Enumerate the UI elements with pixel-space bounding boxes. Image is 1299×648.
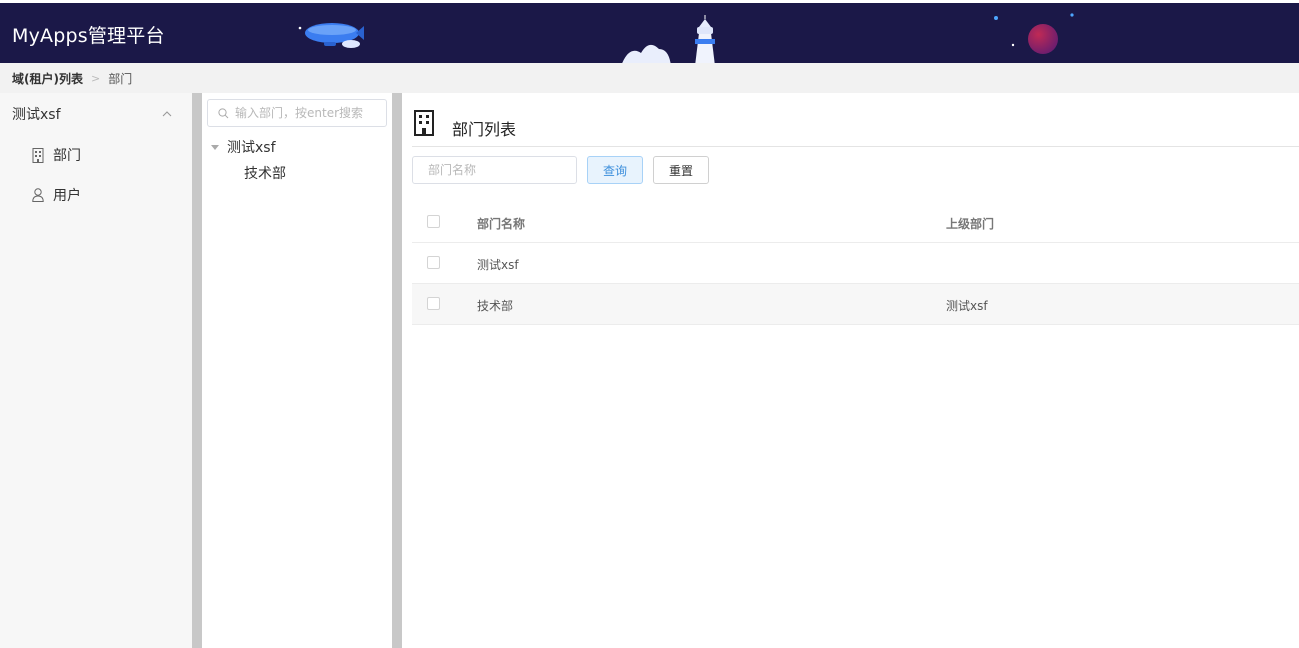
query-button[interactable]: 查询 (587, 156, 644, 184)
table-row[interactable]: 技术部 测试xsf (412, 284, 1299, 325)
breadcrumb-current: 部门 (108, 71, 133, 86)
breadcrumb: 域(租户)列表 > 部门 (0, 63, 1299, 93)
lighthouse-illustration (622, 15, 715, 63)
building-icon (32, 147, 44, 163)
page-header: 部门列表 (412, 109, 1299, 147)
app-root: MyApps管理平台 域(租户)列表 > 部门 测试xsf 部门 用户 输入部门… (0, 0, 1299, 648)
main-content: 部门列表 查询 重置 部门名称 上级部门 测试xsf 技术部 测试xsf (402, 93, 1299, 648)
sidebar-group-label: 测试xsf (12, 107, 61, 123)
tree-node-root[interactable]: 测试xsf (211, 137, 276, 157)
top-header: MyApps管理平台 (0, 0, 1299, 63)
row-checkbox[interactable] (427, 297, 440, 310)
search-icon (218, 107, 229, 118)
reset-button[interactable]: 重置 (653, 156, 710, 184)
table-header-row: 部门名称 上级部门 (412, 202, 1299, 243)
tree-node-label: 技术部 (244, 166, 286, 182)
cell-parent: 测试xsf (946, 299, 988, 313)
breadcrumb-root-link[interactable]: 域(租户)列表 (12, 70, 83, 87)
column-header-name[interactable]: 部门名称 (477, 215, 525, 232)
user-icon (32, 188, 44, 202)
breadcrumb-separator: > (90, 71, 101, 85)
cell-name: 技术部 (477, 299, 514, 313)
chevron-up-icon (162, 111, 172, 117)
select-all-checkbox[interactable] (427, 215, 440, 228)
app-title[interactable]: MyApps管理平台 (12, 21, 165, 48)
sidebar-group-header[interactable]: 测试xsf (0, 93, 192, 135)
sidebar-item-label: 用户 (53, 188, 81, 204)
filter-bar: 查询 重置 (412, 156, 710, 184)
airship-illustration (298, 23, 364, 48)
night-sky-illustration (994, 13, 1074, 54)
tree-node-label: 测试xsf (227, 140, 276, 156)
tree-search-input[interactable] (235, 106, 375, 120)
column-header-parent[interactable]: 上级部门 (946, 215, 994, 232)
sidebar: 测试xsf 部门 用户 (0, 93, 192, 648)
table-row[interactable]: 测试xsf (412, 243, 1299, 284)
cell-name: 测试xsf (477, 258, 519, 272)
department-tree-panel: 测试xsf 技术部 (202, 93, 392, 648)
building-icon (414, 110, 434, 136)
department-table: 部门名称 上级部门 测试xsf 技术部 测试xsf (412, 202, 1299, 325)
department-name-input[interactable] (412, 156, 577, 184)
tree-node-child[interactable]: 技术部 (244, 163, 286, 183)
sidebar-item-department[interactable]: 部门 (0, 135, 192, 175)
caret-down-icon[interactable] (211, 144, 219, 150)
tree-search-box (207, 99, 387, 127)
tree-splitter[interactable] (392, 93, 402, 648)
sidebar-item-user[interactable]: 用户 (0, 175, 192, 215)
sidebar-splitter[interactable] (192, 93, 202, 648)
sidebar-item-label: 部门 (53, 148, 81, 164)
page-title: 部门列表 (452, 120, 517, 139)
row-checkbox[interactable] (427, 256, 440, 269)
